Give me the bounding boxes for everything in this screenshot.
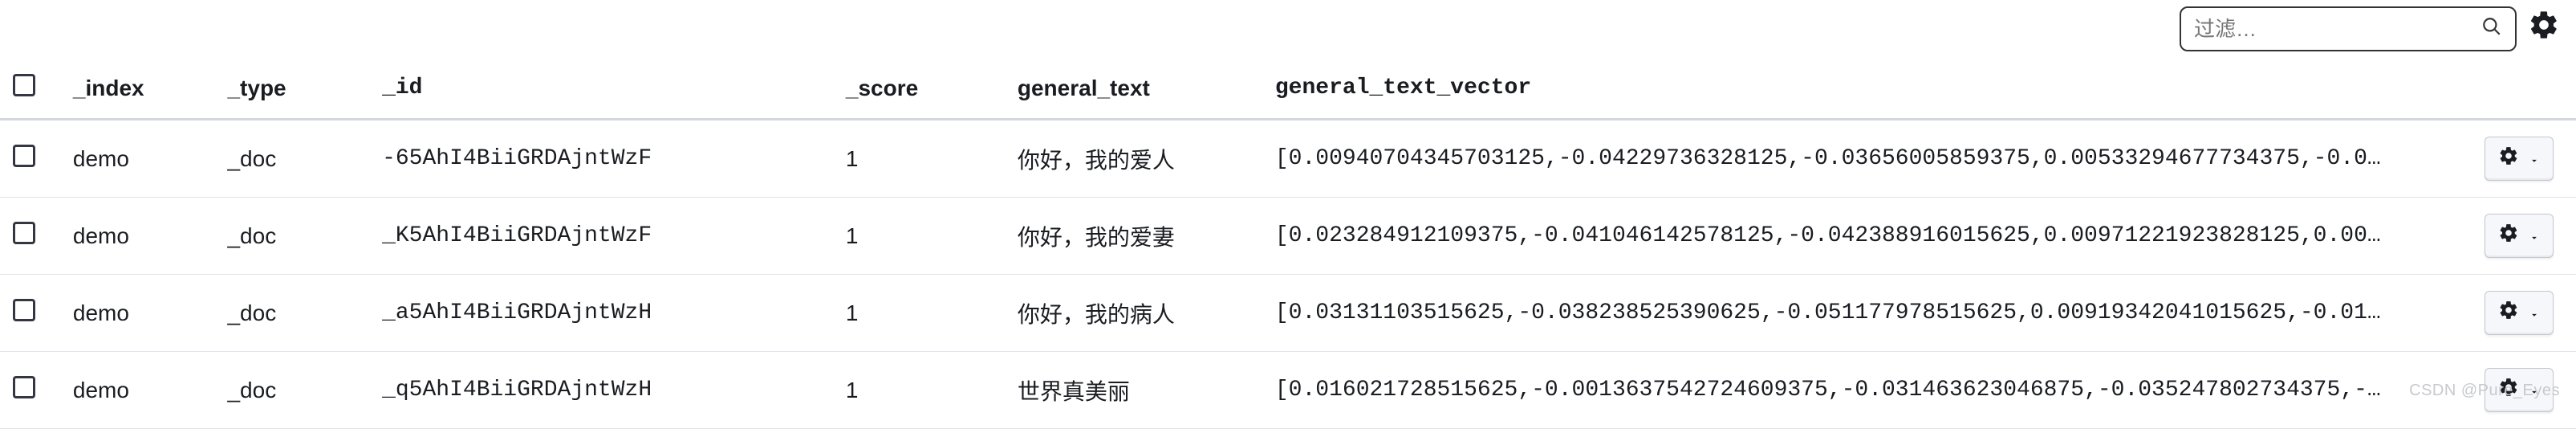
gear-icon [2498, 300, 2519, 326]
cell-text: 世界真美丽 [1005, 352, 1262, 429]
search-icon [2481, 16, 2502, 43]
table-row: demo _doc -65AhI4BiiGRDAjntWzF 1 你好，我的爱人… [0, 120, 2576, 198]
watermark: CSDN @Pure_Eyes [2409, 382, 2560, 400]
chevron-down-icon [2529, 300, 2540, 326]
cell-type: _doc [214, 352, 369, 429]
cell-vector: [0.03131103515625,-0.038238525390625,-0.… [1262, 275, 2464, 352]
cell-index: demo [60, 198, 215, 275]
search-box[interactable] [2180, 6, 2517, 51]
results-table: _index _type _id _score general_text gen… [0, 58, 2576, 429]
cell-index: demo [60, 120, 215, 198]
cell-text: 你好，我的爱人 [1005, 120, 1262, 198]
cell-vector: [0.023284912109375,-0.041046142578125,-0… [1262, 198, 2464, 275]
cell-index: demo [60, 352, 215, 429]
gear-icon [2498, 223, 2519, 249]
gear-icon [2498, 145, 2519, 172]
settings-icon[interactable] [2528, 9, 2560, 49]
header-row: _index _type _id _score general_text gen… [0, 58, 2576, 120]
table-row: demo _doc _q5AhI4BiiGRDAjntWzH 1 世界真美丽 [… [0, 352, 2576, 429]
row-checkbox[interactable] [13, 299, 35, 321]
col-header-index[interactable]: _index [60, 58, 215, 120]
cell-id: _K5AhI4BiiGRDAjntWzF [369, 198, 833, 275]
cell-type: _doc [214, 120, 369, 198]
col-header-type[interactable]: _type [214, 58, 369, 120]
table-row: demo _doc _a5AhI4BiiGRDAjntWzH 1 你好，我的病人… [0, 275, 2576, 352]
cell-id: -65AhI4BiiGRDAjntWzF [369, 120, 833, 198]
cell-index: demo [60, 275, 215, 352]
row-actions-button[interactable] [2485, 291, 2554, 335]
cell-id: _q5AhI4BiiGRDAjntWzH [369, 352, 833, 429]
cell-score: 1 [833, 352, 1005, 429]
chevron-down-icon [2529, 223, 2540, 249]
cell-score: 1 [833, 198, 1005, 275]
cell-score: 1 [833, 120, 1005, 198]
cell-type: _doc [214, 275, 369, 352]
col-header-score[interactable]: _score [833, 58, 1005, 120]
select-all-checkbox[interactable] [13, 74, 35, 96]
cell-type: _doc [214, 198, 369, 275]
table-row: demo _doc _K5AhI4BiiGRDAjntWzF 1 你好，我的爱妻… [0, 198, 2576, 275]
search-input[interactable] [2194, 17, 2481, 42]
cell-vector: [0.00940704345703125,-0.04229736328125,-… [1262, 120, 2464, 198]
row-checkbox[interactable] [13, 222, 35, 244]
col-header-text[interactable]: general_text [1005, 58, 1262, 120]
chevron-down-icon [2529, 146, 2540, 172]
cell-vector: [0.016021728515625,-0.001363754272460937… [1262, 352, 2464, 429]
col-header-id[interactable]: _id [369, 58, 833, 120]
cell-text: 你好，我的爱妻 [1005, 198, 1262, 275]
row-checkbox[interactable] [13, 376, 35, 398]
row-checkbox[interactable] [13, 145, 35, 167]
row-actions-button[interactable] [2485, 214, 2554, 258]
cell-score: 1 [833, 275, 1005, 352]
cell-id: _a5AhI4BiiGRDAjntWzH [369, 275, 833, 352]
row-actions-button[interactable] [2485, 137, 2554, 181]
col-header-vector[interactable]: general_text_vector [1262, 58, 2464, 120]
cell-text: 你好，我的病人 [1005, 275, 1262, 352]
